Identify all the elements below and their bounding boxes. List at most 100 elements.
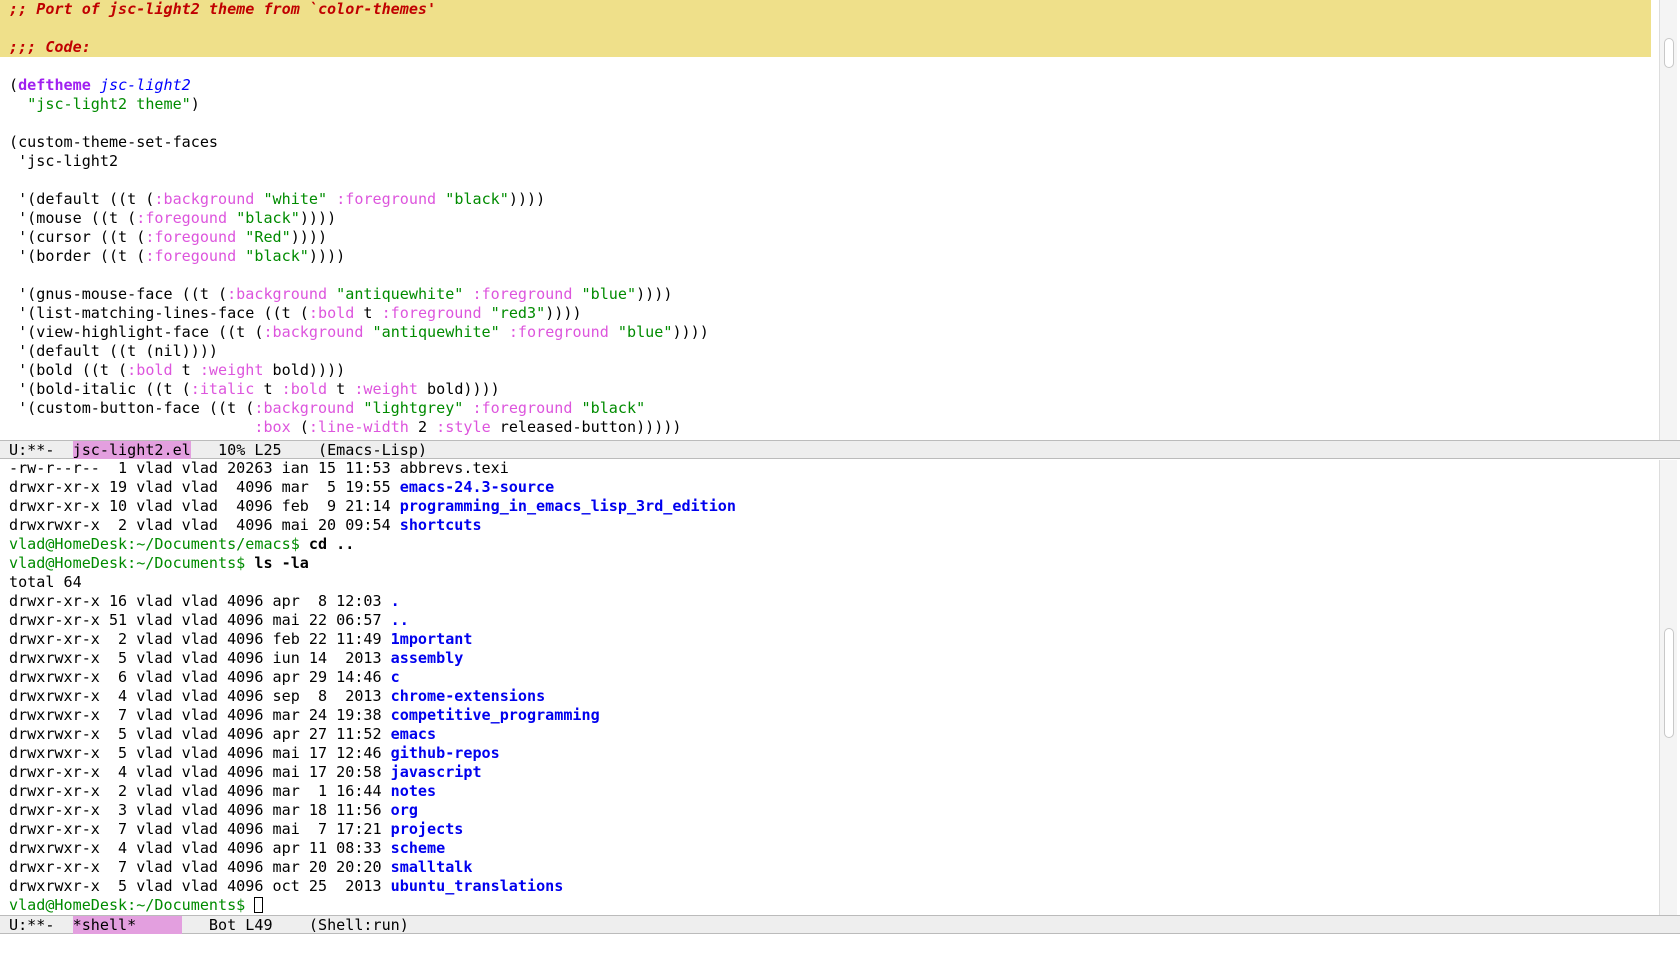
text-segment: drwxr-xr-x 4 vlad vlad 4096 mai 17 20:58 [9, 763, 391, 781]
text-segment: :foreground [508, 323, 609, 341]
text-line [0, 19, 1651, 38]
code-editor-pane[interactable]: ;; Port of jsc-light2 theme from `color-… [0, 0, 1651, 440]
text-segment [91, 76, 100, 94]
text-segment: :foreground [472, 285, 573, 303]
text-segment [327, 190, 336, 208]
text-line: '(mouse ((t (:foregound "black")))) [0, 209, 1651, 228]
directory-name: shortcuts [399, 516, 482, 534]
text-segment: drwxrwxr-x 6 vlad vlad 4096 apr 29 14:46 [9, 668, 391, 686]
directory-name: ubuntu_translations [390, 877, 564, 895]
directory-name: 1mportant [390, 630, 473, 648]
directory-name: emacs [390, 725, 437, 743]
text-line: '(default ((t (:background "white" :fore… [0, 190, 1651, 209]
text-line: '(view-highlight-face ((t (:background "… [0, 323, 1651, 342]
directory-name: competitive_programming [390, 706, 600, 724]
text-line: drwxr-xr-x 10 vlad vlad 4096 feb 9 21:14… [0, 497, 1651, 516]
text-line: drwxrwxr-x 4 vlad vlad 4096 sep 8 2013 c… [0, 687, 1651, 706]
text-segment: '(border ((t ( [9, 247, 146, 265]
text-segment: '(view-highlight-face ((t ( [9, 323, 264, 341]
text-segment: :weight [354, 380, 418, 398]
bottom-scrollbar-thumb[interactable] [1664, 628, 1674, 738]
mode-line-buffer-name: *shell* [72, 916, 182, 934]
text-segment: "Red" [245, 228, 291, 246]
text-segment: )))) [545, 304, 582, 322]
text-line: drwxrwxr-x 5 vlad vlad 4096 iun 14 2013 … [0, 649, 1651, 668]
text-segment: (custom-theme-set-faces [9, 133, 219, 151]
text-segment: "antiquewhite" [336, 285, 464, 303]
text-line: ;;; Code: [0, 38, 1651, 57]
directory-name: github-repos [390, 744, 500, 762]
text-segment: ) [190, 95, 200, 113]
text-line: (custom-theme-set-faces [0, 133, 1651, 152]
text-segment: released-button))))) [490, 418, 682, 436]
mode-line-info: 10% L25 (Emacs-Lisp) [190, 441, 428, 459]
text-line: drwxrwxr-x 7 vlad vlad 4096 mar 24 19:38… [0, 706, 1651, 725]
text-segment [227, 209, 236, 227]
text-segment: drwxrwxr-x 2 vlad vlad 4096 mai 20 09:54 [9, 516, 400, 534]
text-segment: ( [290, 418, 309, 436]
text-line [0, 57, 1651, 76]
text-segment: :background [227, 285, 328, 303]
text-segment: drwxr-xr-x 51 vlad vlad 4096 mai 22 06:5… [9, 611, 391, 629]
text-line: '(border ((t (:foregound "black")))) [0, 247, 1651, 266]
text-line [0, 114, 1651, 133]
directory-name: org [390, 801, 418, 819]
text-segment: "lightgrey" [363, 399, 464, 417]
text-line: drwxr-xr-x 2 vlad vlad 4096 feb 22 11:49… [0, 630, 1651, 649]
bottom-mode-line: U:**- *shell* Bot L49 (Shell:run) [0, 915, 1680, 934]
top-scrollbar-thumb[interactable] [1664, 38, 1674, 68]
text-segment: :foregound [145, 247, 237, 265]
text-segment: drwxrwxr-x 4 vlad vlad 4096 sep 8 2013 [9, 687, 391, 705]
text-segment: t [254, 380, 282, 398]
text-segment: ( [9, 76, 19, 94]
text-segment: "white" [263, 190, 328, 208]
text-line: '(gnus-mouse-face ((t (:background "anti… [0, 285, 1651, 304]
text-segment: :bold [281, 380, 328, 398]
directory-name: .. [390, 611, 409, 629]
text-line: drwxr-xr-x 4 vlad vlad 4096 mai 17 20:58… [0, 763, 1651, 782]
text-segment: 2 [408, 418, 437, 436]
text-line: drwxr-xr-x 51 vlad vlad 4096 mai 22 06:5… [0, 611, 1651, 630]
shell-prompt-line[interactable]: vlad@HomeDesk:~/Documents$ [0, 896, 1651, 915]
text-segment: )))) [308, 247, 346, 265]
text-segment [609, 323, 618, 341]
text-segment: drwxr-xr-x 2 vlad vlad 4096 feb 22 11:49 [9, 630, 391, 648]
bottom-scrollbar[interactable] [1659, 460, 1677, 915]
text-line: drwxr-xr-x 7 vlad vlad 4096 mai 7 17:21 … [0, 820, 1651, 839]
directory-name: projects [390, 820, 464, 838]
directory-name: chrome-extensions [390, 687, 546, 705]
text-segment: drwxrwxr-x 5 vlad vlad 4096 apr 27 11:52 [9, 725, 391, 743]
text-segment [436, 190, 445, 208]
text-segment: drwxrwxr-x 4 vlad vlad 4096 apr 11 08:33 [9, 839, 391, 857]
text-segment: "black" [245, 247, 309, 265]
minibuffer[interactable] [0, 934, 1680, 954]
text-line: drwxr-xr-x 19 vlad vlad 4096 mar 5 19:55… [0, 478, 1651, 497]
text-segment: "antiquewhite" [372, 323, 500, 341]
text-segment: ;; Port of jsc-light2 theme from `color-… [9, 0, 437, 18]
text-line: total 64 [0, 573, 1651, 592]
top-scrollbar[interactable] [1659, 0, 1677, 440]
text-segment: )))) [636, 285, 673, 303]
text-segment: :style [436, 418, 491, 436]
text-segment: '(custom-button-face ((t ( [9, 399, 255, 417]
top-mode-line: U:**- jsc-light2.el 10% L25 (Emacs-Lisp) [0, 440, 1680, 459]
directory-name: scheme [390, 839, 446, 857]
text-segment: "red3" [490, 304, 546, 322]
shell-pane[interactable]: -rw-r--r-- 1 vlad vlad 20263 ian 15 11:5… [0, 459, 1651, 915]
text-line: '(list-matching-lines-face ((t (:bold t … [0, 304, 1651, 323]
text-segment: drwxr-xr-x 10 vlad vlad 4096 feb 9 21:14 [9, 497, 400, 515]
text-segment: :bold [127, 361, 173, 379]
text-segment: :foreground [381, 304, 482, 322]
text-segment: '(bold ((t ( [9, 361, 128, 379]
text-line: drwxr-xr-x 7 vlad vlad 4096 mar 20 20:20… [0, 858, 1651, 877]
text-line: :box (:line-width 2 :style released-butt… [0, 418, 1651, 437]
text-segment: jsc-light2 [99, 76, 191, 94]
text-line: drwxr-xr-x 2 vlad vlad 4096 mar 1 16:44 … [0, 782, 1651, 801]
text-line: drwxrwxr-x 6 vlad vlad 4096 apr 29 14:46… [0, 668, 1651, 687]
text-segment: ;;; Code: [9, 38, 91, 56]
text-segment: :box [254, 418, 291, 436]
text-segment: total 64 [9, 573, 82, 591]
text-segment: )))) [290, 228, 328, 246]
directory-name: javascript [390, 763, 482, 781]
directory-name: c [390, 668, 400, 686]
